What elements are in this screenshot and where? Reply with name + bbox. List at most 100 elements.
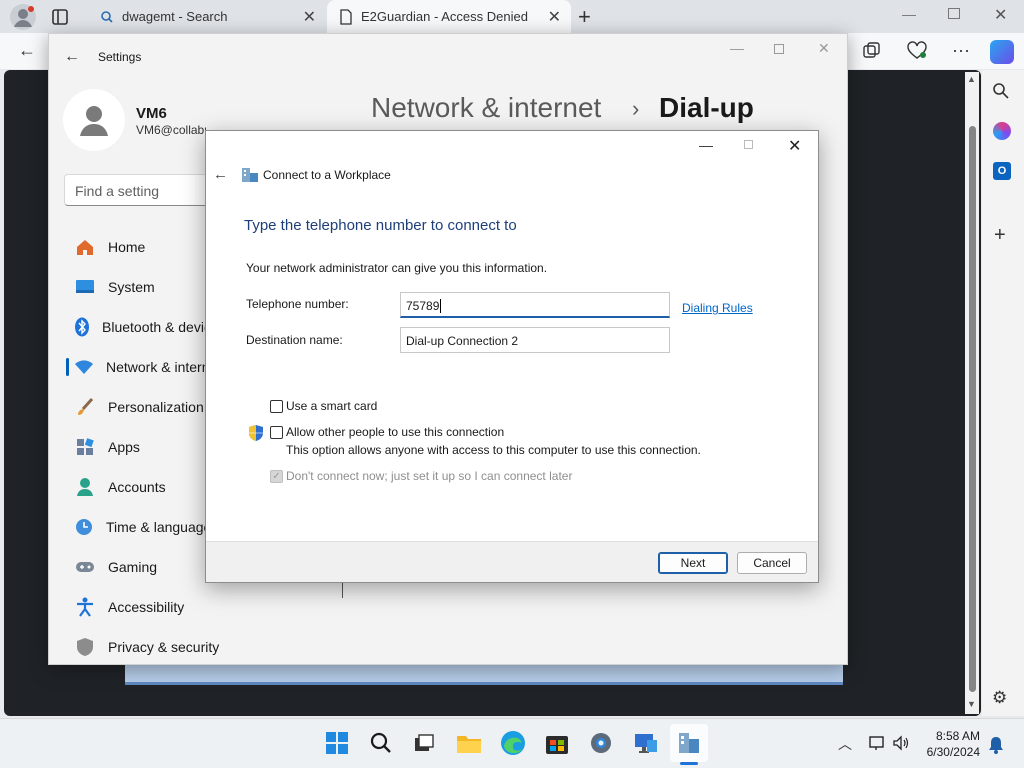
tab-actions-icon[interactable] [50, 7, 70, 27]
network-connections-icon[interactable] [674, 728, 704, 758]
account-icon [74, 476, 96, 498]
apps-icon [74, 436, 96, 458]
nav-label: Home [108, 239, 146, 255]
settings-close-icon[interactable]: ✕ [818, 40, 830, 57]
nav-label: Privacy & security [108, 639, 220, 655]
telephone-label: Telephone number: [246, 297, 349, 311]
clock-time[interactable]: 8:58 AM [920, 729, 980, 743]
settings-back-icon[interactable]: ← [64, 48, 80, 66]
notification-bell-icon[interactable] [988, 736, 1004, 754]
remote-desktop-icon[interactable] [631, 728, 661, 758]
monitor-icon [74, 276, 96, 298]
gamepad-icon [74, 556, 96, 578]
settings-app-icon[interactable] [586, 728, 616, 758]
nav-label: Accounts [108, 479, 166, 495]
find-setting-input[interactable]: Find a setting [64, 174, 210, 206]
user-avatar[interactable] [63, 89, 125, 151]
allow-others-label: Allow other people to use this connectio… [286, 425, 505, 439]
minimize-browser-icon[interactable]: — [902, 6, 916, 22]
search-icon [101, 10, 113, 23]
tab-label: E2Guardian - Access Denied [361, 9, 528, 24]
dialing-rules-link[interactable]: Dialing Rules [682, 301, 753, 315]
collections-icon[interactable] [862, 42, 882, 60]
nav-item-time-language[interactable]: Time & language [74, 509, 206, 545]
edge-browser-icon[interactable] [498, 728, 528, 758]
scroll-down-icon[interactable]: ▼ [967, 699, 976, 709]
person-icon [80, 106, 108, 136]
dont-connect-checkbox: ✓ [270, 470, 283, 483]
copilot-icon[interactable] [990, 40, 1014, 64]
allow-others-checkbox[interactable] [270, 426, 283, 439]
start-icon[interactable] [322, 728, 352, 758]
telephone-number-input[interactable]: 75789 [400, 292, 670, 318]
search-icon[interactable] [992, 82, 1010, 105]
destination-name-input[interactable]: Dial-up Connection 2 [400, 327, 670, 353]
clock-date[interactable]: 6/30/2024 [920, 745, 980, 759]
add-sidebar-icon[interactable]: + [994, 224, 1006, 247]
dialog-back-icon[interactable]: ← [213, 166, 228, 183]
close-browser-icon[interactable]: ✕ [994, 5, 1007, 25]
connect-workplace-dialog [205, 130, 819, 583]
nav-label: System [108, 279, 155, 295]
scroll-up-icon[interactable]: ▲ [967, 74, 976, 84]
close-tab-icon[interactable]: ✕ [303, 7, 316, 27]
nav-item-network[interactable]: Network & internet [74, 349, 206, 385]
active-app-indicator [680, 762, 698, 765]
taskbar-search-icon[interactable] [366, 728, 396, 758]
settings-maximize-icon[interactable] [774, 44, 784, 54]
dialog-info-text: Your network administrator can give you … [246, 261, 548, 275]
profile-avatar-icon[interactable] [10, 4, 36, 30]
browser-tab-search[interactable]: dwagemt - Search ✕ [88, 0, 326, 33]
browser-essentials-icon[interactable] [906, 41, 928, 61]
volume-icon[interactable] [892, 735, 910, 751]
settings-title: Settings [98, 50, 142, 64]
nav-label: Apps [108, 439, 140, 455]
clock-globe-icon [74, 516, 94, 538]
dialog-heading: Type the telephone number to connect to [244, 217, 517, 234]
new-tab-icon[interactable]: + [578, 4, 591, 30]
telephone-value: 75789 [406, 299, 440, 313]
file-explorer-icon[interactable] [454, 728, 484, 758]
tab-label: dwagemt - Search [122, 9, 228, 24]
accessibility-icon [74, 596, 96, 618]
show-hidden-icons[interactable]: ︿ [838, 734, 852, 754]
dialog-title: Connect to a Workplace [263, 168, 391, 182]
nav-label: Gaming [108, 559, 158, 575]
more-options-icon[interactable]: ··· [952, 40, 970, 61]
browser-tab-e2guardian[interactable]: E2Guardian - Access Denied ✕ [327, 0, 571, 33]
sidebar-settings-icon[interactable]: ⚙ [992, 688, 1007, 708]
restore-browser-icon[interactable] [948, 8, 960, 19]
breadcrumb-separator: › [632, 96, 640, 121]
settings-minimize-icon[interactable]: — [730, 40, 744, 56]
nav-label: Network & internet [106, 359, 206, 375]
workplace-network-icon [241, 166, 259, 184]
dialog-minimize-icon[interactable]: — [699, 137, 713, 153]
nav-item-privacy[interactable]: Privacy & security [74, 629, 244, 665]
smart-card-label: Use a smart card [286, 399, 378, 413]
dialog-maximize-icon [744, 140, 753, 149]
nav-item-accessibility[interactable]: Accessibility [74, 589, 244, 625]
brush-icon [74, 396, 96, 418]
home-icon [74, 236, 96, 258]
nav-label: Accessibility [108, 599, 185, 615]
copilot-sidebar-icon[interactable] [993, 122, 1011, 140]
task-view-icon[interactable] [409, 728, 439, 758]
bluetooth-icon [74, 316, 90, 338]
browser-back-icon[interactable]: ← [18, 40, 36, 61]
outlook-icon[interactable]: O [993, 162, 1011, 180]
nav-label: Bluetooth & devices [102, 319, 206, 335]
shield-icon [74, 636, 96, 658]
close-tab-icon[interactable]: ✕ [548, 7, 561, 27]
cancel-button[interactable]: Cancel [737, 552, 807, 574]
smart-card-checkbox[interactable] [270, 400, 283, 413]
nav-selection-indicator [66, 358, 69, 376]
user-name: VM6 [136, 105, 167, 122]
network-tray-icon[interactable] [868, 735, 886, 751]
store-icon[interactable] [542, 728, 572, 758]
dont-connect-label: Don't connect now; just set it up so I c… [286, 469, 573, 483]
next-button[interactable]: Next [658, 552, 728, 574]
dialog-close-icon[interactable]: ✕ [788, 136, 801, 156]
nav-item-bluetooth[interactable]: Bluetooth & devices [74, 309, 206, 345]
scrollbar-thumb[interactable] [969, 126, 976, 692]
breadcrumb-parent[interactable]: Network & internet [371, 92, 601, 124]
